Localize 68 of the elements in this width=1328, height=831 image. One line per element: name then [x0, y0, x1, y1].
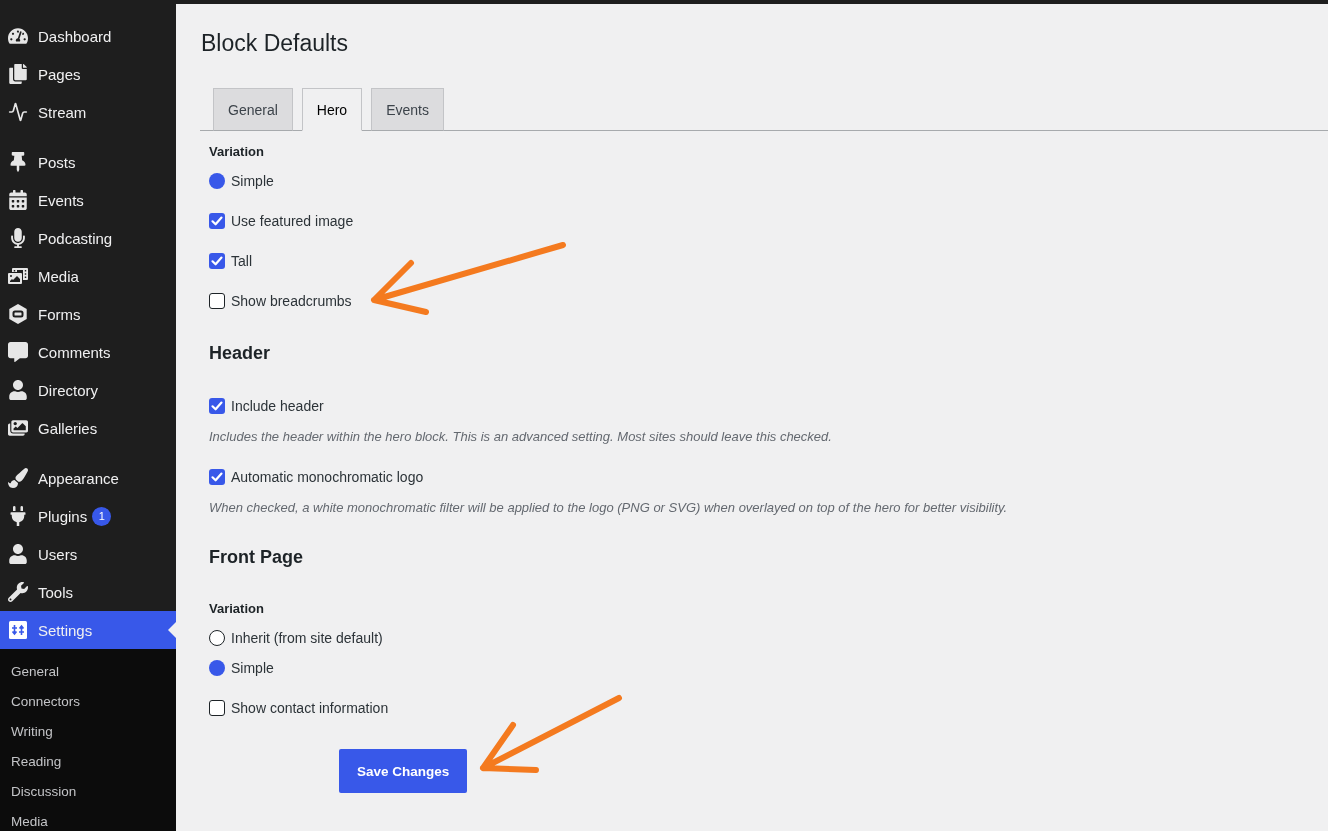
submenu-item[interactable]: General [0, 656, 176, 686]
checkbox[interactable] [209, 213, 225, 229]
images-icon [8, 418, 28, 438]
section-heading: Header [209, 342, 271, 365]
checkbox[interactable] [209, 469, 225, 485]
section-heading: Front Page [209, 546, 303, 569]
field-description: Includes the header within the hero block. This is an advanced setting. Most sites should leave this checked. [209, 428, 832, 446]
calendar-icon [8, 190, 28, 210]
submenu-item[interactable]: Connectors [0, 686, 176, 716]
sidebar-item[interactable]: Events [0, 181, 176, 219]
checkbox-label: Show contact information [231, 700, 389, 716]
sidebar-item[interactable]: Dashboard [0, 17, 176, 55]
hexagon-form-icon [8, 304, 28, 324]
wrench-icon [8, 582, 28, 602]
checkbox-label: Include header [231, 398, 324, 414]
sliders-icon [8, 620, 28, 640]
tab[interactable]: Hero [301, 88, 363, 131]
sidebar-item[interactable]: Stream [0, 93, 176, 131]
pushpin-icon [8, 152, 28, 172]
person-icon [8, 544, 28, 564]
paintbrush-icon [8, 468, 28, 488]
speech-bubble-icon [8, 342, 28, 362]
microphone-icon [8, 228, 28, 248]
sidebar-item[interactable]: Comments [0, 333, 176, 371]
sidebar-item[interactable]: Posts [0, 143, 176, 181]
sidebar-item[interactable]: Tools [0, 573, 176, 611]
plug-icon [8, 506, 28, 526]
checkbox[interactable] [209, 700, 225, 716]
gauge-icon [8, 26, 28, 46]
checkbox[interactable] [209, 293, 225, 309]
sidebar-item[interactable]: Podcasting [0, 219, 176, 257]
update-count-badge: 1 [92, 506, 112, 526]
sidebar-item[interactable]: Users [0, 535, 176, 573]
photo-video-icon [8, 266, 28, 286]
sidebar-item[interactable]: Galleries [0, 409, 176, 447]
radio-label: Simple [231, 173, 274, 189]
submenu-item[interactable]: Media [0, 806, 176, 831]
field-description: When checked, a white monochromatic filter will be applied to the logo (PNG or SVG) when overlayed on top of the hero for better visibility. [209, 499, 1008, 517]
checkbox[interactable] [209, 398, 225, 414]
checkbox-label: Tall [231, 253, 252, 269]
sidebar-item[interactable]: Forms [0, 295, 176, 333]
page-title: Block Defaults [201, 29, 349, 58]
radio-button[interactable] [209, 630, 225, 646]
pulse-icon [8, 102, 28, 122]
radio-button[interactable] [209, 173, 225, 189]
checkbox-label: Use featured image [231, 213, 354, 229]
checkbox-label: Automatic monochromatic logo [231, 469, 424, 485]
tab[interactable]: Events [371, 88, 444, 131]
sidebar-item[interactable]: Plugins 1 [0, 497, 176, 535]
checkbox-label: Show breadcrumbs [231, 293, 352, 309]
checkbox[interactable] [209, 253, 225, 269]
documents-icon [8, 64, 28, 84]
sidebar-item[interactable]: Directory [0, 371, 176, 409]
sidebar-item[interactable]: Pages [0, 55, 176, 93]
field-group-label: Variation [209, 600, 264, 618]
field-group-label: Variation [209, 143, 264, 161]
submenu-item[interactable]: Reading [0, 746, 176, 776]
sidebar-item[interactable]: Settings [0, 611, 176, 649]
submenu-item[interactable]: Writing [0, 716, 176, 746]
save-button[interactable]: Save Changes [339, 749, 468, 793]
sidebar-item[interactable]: Appearance [0, 459, 176, 497]
radio-label: Inherit (from site default) [231, 630, 383, 646]
tab[interactable]: General [213, 88, 293, 131]
sidebar-item[interactable]: Media [0, 257, 176, 295]
submenu-item[interactable]: Discussion [0, 776, 176, 806]
radio-button[interactable] [209, 660, 225, 676]
person-icon [8, 380, 28, 400]
radio-label: Simple [231, 660, 274, 676]
